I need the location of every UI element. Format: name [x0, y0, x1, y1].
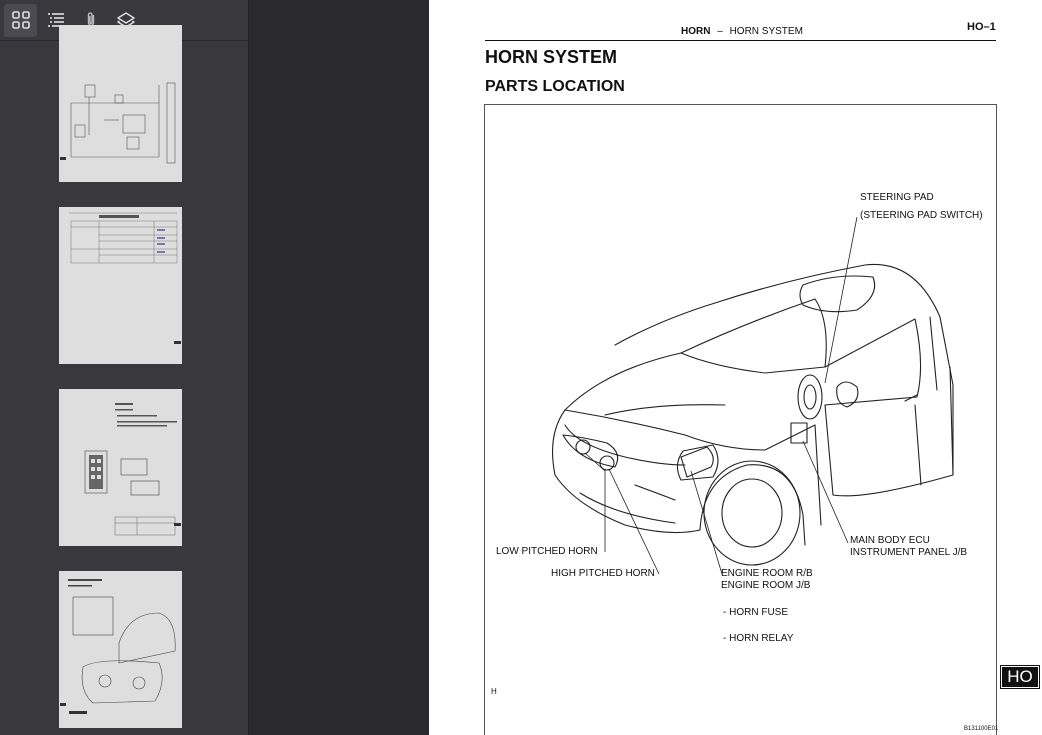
- label-low-pitched-horn: LOW PITCHED HORN: [496, 546, 598, 557]
- label-horn-fuse: - HORN FUSE: [723, 607, 788, 618]
- sidebar: [0, 0, 249, 735]
- page-title: HORN SYSTEM: [485, 47, 618, 67]
- label-high-pitched-horn: HIGH PITCHED HORN: [551, 568, 655, 579]
- header-section: HORN: [681, 26, 711, 37]
- pdf-viewer: HORN – HORN SYSTEM HO–1 HORN SYSTEM PART…: [0, 0, 1042, 735]
- page-thumbnail-low-pitched-horn[interactable]: [59, 571, 182, 728]
- running-header: HORN – HORN SYSTEM: [681, 26, 803, 37]
- page-thumbnail-horn-relay[interactable]: [59, 389, 182, 546]
- page-thumbnail-problem-symptoms-table[interactable]: [59, 207, 182, 364]
- label-steering-pad: STEERING PAD: [860, 192, 934, 203]
- document-page: HORN – HORN SYSTEM HO–1 HORN SYSTEM PART…: [429, 0, 1042, 735]
- label-steering-pad-switch: (STEERING PAD SWITCH): [860, 210, 983, 221]
- label-instrument-panel-jb: INSTRUMENT PANEL J/B: [850, 547, 968, 558]
- label-horn-relay: - HORN RELAY: [723, 633, 794, 644]
- header-rule: [485, 40, 996, 41]
- label-engine-room-jb: ENGINE ROOM J/B: [721, 580, 811, 591]
- label-engine-room-rb: ENGINE ROOM R/B: [721, 568, 813, 579]
- figure-code: B131100E01: [964, 726, 999, 732]
- header-dash: –: [717, 26, 723, 37]
- section-subtitle: PARTS LOCATION: [485, 78, 625, 95]
- page-thumbnail-wiring-diagram[interactable]: [59, 25, 182, 182]
- section-side-tab: HO: [1000, 665, 1040, 689]
- grid-icon: [11, 11, 30, 29]
- figure-mark: H: [491, 687, 497, 696]
- parts-location-figure: STEERING PAD (STEERING PAD SWITCH) MAIN …: [484, 104, 997, 735]
- thumbnails-button[interactable]: [4, 3, 37, 37]
- label-main-body-ecu: MAIN BODY ECU: [850, 535, 930, 546]
- page-number: HO–1: [967, 21, 996, 33]
- viewer-gutter: [250, 0, 429, 735]
- thumbnail-list: [0, 25, 248, 735]
- header-system: HORN SYSTEM: [729, 26, 803, 37]
